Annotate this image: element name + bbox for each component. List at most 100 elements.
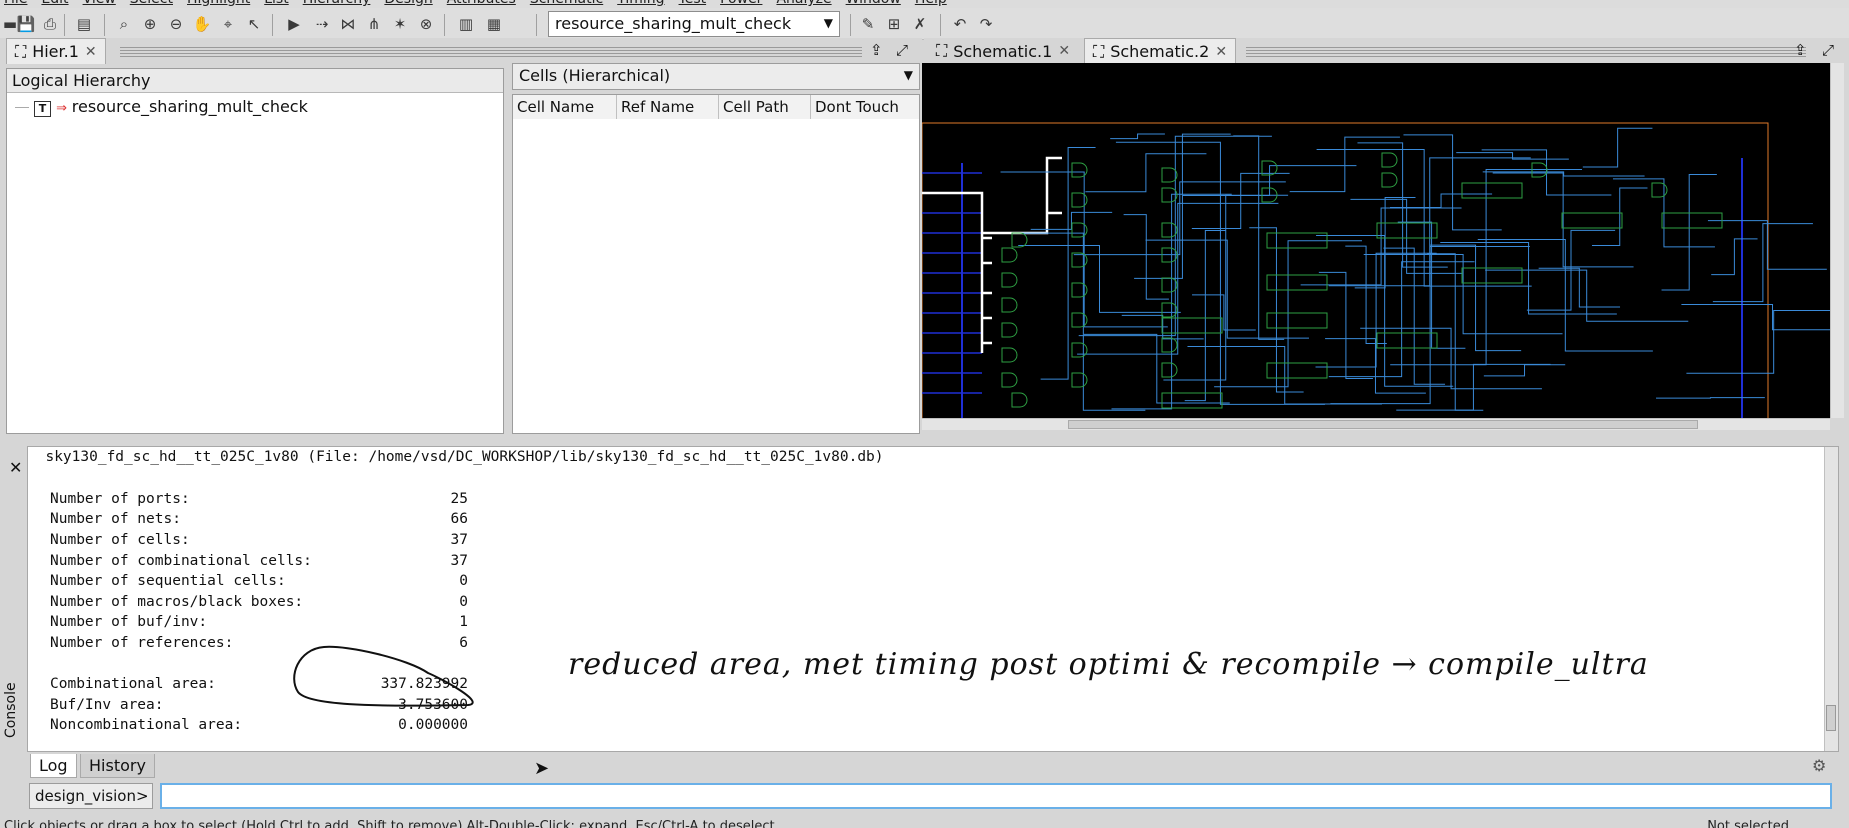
tab-history[interactable]: History xyxy=(80,754,155,778)
report-value: 37 xyxy=(450,553,468,569)
design-select-value: resource_sharing_mult_check xyxy=(555,14,792,33)
close-icon[interactable]: ✕ xyxy=(9,458,22,477)
report-label: Number of nets: xyxy=(50,511,181,527)
dock-icon[interactable]: ⇪ xyxy=(1794,41,1807,59)
select-icon[interactable]: ↖ xyxy=(244,14,264,34)
path-schematic-icon[interactable]: ⇢ xyxy=(312,14,332,34)
logic-gate xyxy=(1161,187,1178,203)
console-log: sky130_fd_sc_hd__tt_025C_1v80 (File: /ho… xyxy=(27,446,1839,752)
schematic-icon[interactable]: ▶ xyxy=(284,14,304,34)
chart-icon[interactable]: ▦ xyxy=(484,14,504,34)
cross-probe-icon[interactable]: ⊗ xyxy=(416,14,436,34)
dock-icon[interactable]: ⇪ xyxy=(870,41,883,59)
net-wire xyxy=(1110,133,1165,140)
fanout-icon[interactable]: ⋔ xyxy=(364,14,384,34)
zoom-area-icon[interactable]: ⌖ xyxy=(218,14,238,34)
net-wire xyxy=(1538,267,1621,308)
column-header-dont-touch[interactable]: Dont Touch xyxy=(811,95,919,119)
net-wire xyxy=(1686,309,1830,374)
grid-icon[interactable]: ⊞ xyxy=(884,14,904,34)
net-wire xyxy=(1021,232,1146,411)
column-header-cell-path[interactable]: Cell Path xyxy=(719,95,811,119)
logic-gate xyxy=(1001,347,1018,363)
zoom-out-icon[interactable]: ⊖ xyxy=(166,14,186,34)
net-wire xyxy=(1214,240,1362,388)
cells-table: Cell Name Ref Name Cell Path Dont Touch xyxy=(512,94,920,434)
script-icon[interactable]: ▤ xyxy=(74,14,94,34)
logic-gate xyxy=(1071,312,1088,328)
logic-gate xyxy=(1071,372,1088,388)
library-line: sky130_fd_sc_hd__tt_025C_1v80 (File: /ho… xyxy=(28,449,884,465)
clear-icon[interactable]: ✗ xyxy=(910,14,930,34)
report-label: Number of ports: xyxy=(50,491,190,507)
net-wire xyxy=(1315,252,1437,368)
console-side-strip: ✕ xyxy=(0,446,27,806)
gear-icon[interactable]: ⚙ xyxy=(1812,756,1826,775)
schematic-canvas[interactable] xyxy=(922,63,1830,418)
schematic-vscrollbar[interactable] xyxy=(1830,63,1844,418)
fanin-icon[interactable]: ⋈ xyxy=(338,14,358,34)
report-label: Number of combinational cells: xyxy=(50,553,312,569)
logic-gate xyxy=(1071,342,1088,358)
net-wire xyxy=(1018,244,1181,313)
cells-view-select[interactable]: Cells (Hierarchical) ▼ xyxy=(512,63,920,90)
undock-icon[interactable]: ⤢ xyxy=(896,41,908,59)
arrow-right-icon: ⇒ xyxy=(56,101,67,116)
cell-box xyxy=(1561,212,1623,229)
brush-icon[interactable]: ✎ xyxy=(858,14,878,34)
close-icon[interactable]: ✕ xyxy=(1058,43,1070,59)
net-wire xyxy=(1492,172,1634,268)
logic-gate xyxy=(1001,372,1018,388)
tab-log[interactable]: Log xyxy=(30,754,77,778)
zoom-in-icon[interactable]: ⊕ xyxy=(140,14,160,34)
cells-view-value: Cells (Hierarchical) xyxy=(519,66,671,85)
schematic-drawing xyxy=(922,122,1830,418)
cell-box xyxy=(1376,332,1438,349)
main-toolbar: ▬ 💾 ⎙ ▤ ⌕ ⊕ ⊖ ✋ ⌖ ↖ ▶ ⇢ ⋈ ⋔ ✶ ⊗ ▥ ▦ reso… xyxy=(0,8,1849,40)
panel-title: Logical Hierarchy xyxy=(7,69,503,93)
net-wire xyxy=(1656,397,1765,399)
command-prompt-label: design_vision> xyxy=(29,783,153,809)
tab-schematic-1[interactable]: ⛶ Schematic.1 ✕ xyxy=(928,38,1078,64)
design-select[interactable]: resource_sharing_mult_check ▼ xyxy=(548,11,840,37)
logic-gate xyxy=(1001,247,1018,263)
net-wire xyxy=(1440,241,1617,315)
console-vscrollbar[interactable] xyxy=(1824,447,1838,751)
close-icon[interactable]: ✕ xyxy=(1215,44,1227,60)
command-input[interactable] xyxy=(160,783,1832,809)
column-header-ref-name[interactable]: Ref Name xyxy=(617,95,719,119)
logic-gate xyxy=(1001,297,1018,313)
net-wire xyxy=(1085,153,1207,193)
logic-gate xyxy=(1071,282,1088,298)
report-value: 37 xyxy=(450,532,468,548)
logic-gate xyxy=(1161,277,1178,293)
schematic-icon: ⛶ xyxy=(1093,41,1105,61)
tree-item-root[interactable]: T ⇒ resource_sharing_mult_check xyxy=(15,97,495,119)
cell-box xyxy=(1461,182,1523,199)
forward-icon[interactable]: ↷ xyxy=(976,14,996,34)
logic-gate xyxy=(1651,182,1668,198)
pan-icon[interactable]: ✋ xyxy=(192,14,212,34)
report-label: Number of sequential cells: xyxy=(50,573,286,589)
logic-gate xyxy=(1071,162,1088,178)
logic-gate xyxy=(1161,302,1178,318)
column-header-cell-name[interactable]: Cell Name xyxy=(513,95,617,119)
back-icon[interactable]: ↶ xyxy=(950,14,970,34)
close-icon[interactable]: ✕ xyxy=(85,44,97,60)
tab-hier-1[interactable]: ⛶ Hier.1 ✕ xyxy=(6,38,106,64)
histogram-icon[interactable]: ▥ xyxy=(456,14,476,34)
net-wire xyxy=(1325,338,1426,394)
report-value: 1 xyxy=(459,614,468,630)
undock-icon[interactable]: ⤢ xyxy=(1822,41,1834,59)
net-wire xyxy=(1184,230,1226,402)
net-wire xyxy=(1316,149,1532,287)
expand-icon[interactable]: ✶ xyxy=(390,14,410,34)
schematic-hscrollbar[interactable] xyxy=(922,418,1830,430)
print-icon[interactable]: ⎙ xyxy=(40,14,60,34)
tab-schematic-2[interactable]: ⛶ Schematic.2 ✕ xyxy=(1084,38,1237,64)
save-icon[interactable]: 💾 xyxy=(16,14,36,34)
net-wire xyxy=(1040,146,1096,380)
zoom-fit-icon[interactable]: ⌕ xyxy=(114,14,134,34)
net-wire xyxy=(1328,261,1475,378)
net-wire xyxy=(1712,223,1813,303)
